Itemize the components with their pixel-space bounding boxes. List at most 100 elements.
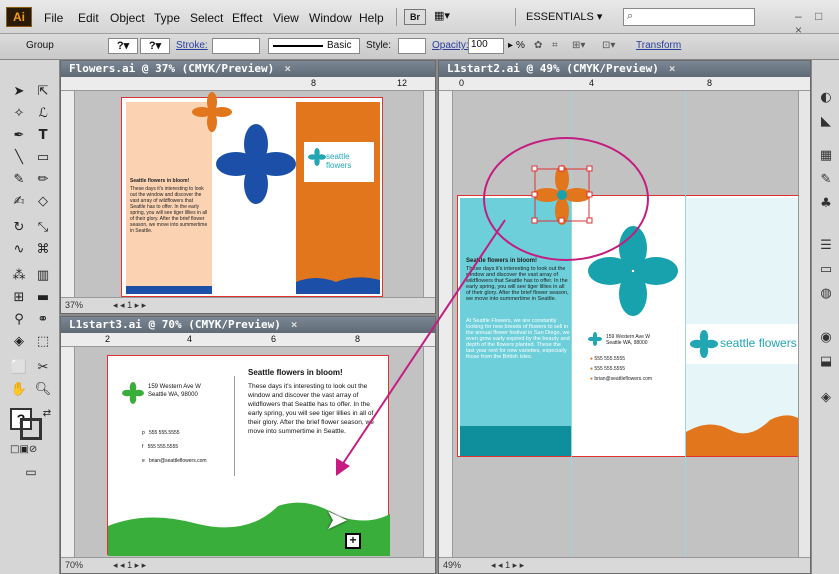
selection-type: Group [26,40,54,51]
color-mode-icons[interactable]: □▣⊘ [10,440,37,460]
document-tab-l1start2[interactable]: L1start2.ai @ 49% (CMYK/Preview) × [439,61,810,77]
swap-fill-stroke-icon[interactable]: ⇄ [36,404,58,424]
blob-brush-tool-icon[interactable]: ✍ [8,192,30,212]
warp-tool-icon[interactable]: ∿ [8,240,30,260]
gradient-tool-icon[interactable]: ▬ [32,288,54,308]
close-icon[interactable]: × [291,318,298,331]
arrange-documents-button[interactable]: ▦▾ [434,9,464,25]
close-icon[interactable]: × [669,62,676,75]
brush-definition-select[interactable]: Basic [268,38,360,54]
zoom-level[interactable]: 70% [65,560,83,570]
opacity-stepper-icon[interactable]: ▸ [508,40,513,51]
menu-file[interactable]: File [44,11,63,25]
layers-panel-icon[interactable]: ◈ [816,388,836,408]
email-row: ● brian@seattleflowers.com [590,376,653,382]
bridge-button[interactable]: Br [404,9,426,25]
address-line-2: Seattle WA, 98000 [606,340,648,346]
align-icon[interactable]: ⊞▾ [572,40,585,51]
stroke-weight-field[interactable] [212,38,260,54]
pen-tool-icon[interactable]: ✒ [8,126,30,146]
swatches-panel-icon[interactable]: ▦ [816,146,836,166]
brushes-panel-icon[interactable]: ✎ [816,170,836,190]
symbols-panel-icon[interactable]: ♣ [816,194,836,214]
isolate-icon[interactable]: ⌗ [552,40,558,51]
horizontal-ruler: 0 4 8 [439,77,810,91]
flower-logo-icon [308,148,326,166]
brochure-heading: Seattle flowers in bloom! [130,178,190,184]
close-icon[interactable]: × [284,62,291,75]
ruler-label: 6 [271,334,277,344]
menu-object[interactable]: Object [110,11,145,25]
appearance-panel-icon[interactable]: ◉ [816,328,836,348]
screen-mode-icon[interactable]: ▭ [20,462,42,482]
vertical-scrollbar[interactable] [798,91,810,557]
menu-window[interactable]: Window [309,11,352,25]
brand-box: seattle flowers [304,142,374,182]
eraser-tool-icon[interactable]: ◇ [32,192,54,212]
direct-selection-tool-icon[interactable]: ⇱ [32,82,54,102]
lasso-tool-icon[interactable]: ℒ [32,104,54,124]
menu-select[interactable]: Select [190,11,223,25]
hand-tool-icon[interactable]: ✋ [8,380,30,400]
zoom-level[interactable]: 37% [65,300,83,310]
scale-tool-icon[interactable]: ⤡ [32,218,54,238]
eyedropper-tool-icon[interactable]: ⚲ [8,310,30,330]
live-paint-selection-tool-icon[interactable]: ⬚ [32,332,54,352]
graphic-styles-panel-icon[interactable]: ⬓ [816,352,836,372]
zoom-tool-icon[interactable]: 🔍︎ [32,380,54,400]
artboard-nav-icons[interactable]: ▸ ▸ [510,560,525,570]
graphic-style-select[interactable] [398,38,426,54]
menu-type[interactable]: Type [154,11,180,25]
artboard-nav-icons[interactable]: ▸ ▸ [132,560,147,570]
artboard-tool-icon[interactable]: ⬜ [8,358,30,378]
zoom-level[interactable]: 49% [443,560,461,570]
menu-effect[interactable]: Effect [232,11,262,25]
slice-tool-icon[interactable]: ✂ [32,358,54,378]
column-graph-tool-icon[interactable]: ▥ [32,266,54,286]
workspace-switcher[interactable]: ESSENTIALS ▾ [526,9,616,26]
recolor-icon[interactable]: ✿ [534,40,542,51]
paintbrush-tool-icon[interactable]: ✎ [8,170,30,190]
artboard-nav-icons[interactable]: ◂ ◂ [491,560,505,570]
mesh-tool-icon[interactable]: ⊞ [8,288,30,308]
vertical-ruler [61,91,75,297]
help-search-input[interactable] [623,8,755,26]
transparency-panel-icon[interactable]: ◍ [816,284,836,304]
flower-logo-icon [122,382,144,404]
menu-edit[interactable]: Edit [78,11,99,25]
artboard-nav-icons[interactable]: ◂ ◂ [113,560,127,570]
opacity-link[interactable]: Opacity: [432,40,469,51]
free-transform-tool-icon[interactable]: ⌘ [32,240,54,260]
blend-tool-icon[interactable]: ⚭ [32,310,54,330]
ruler-label: 12 [397,78,408,88]
opacity-field[interactable]: 100 [468,38,504,54]
transform-icon[interactable]: ⊡▾ [602,40,615,51]
status-bar: 70% ◂ ◂ 1 ▸ ▸ [61,557,435,573]
rectangle-tool-icon[interactable]: ▭ [32,148,54,168]
stroke-link[interactable]: Stroke: [176,40,208,51]
type-tool-icon[interactable]: T [32,126,54,146]
email-label: e [142,458,145,464]
stroke-color-button[interactable]: ?▾ [140,38,170,54]
symbol-sprayer-tool-icon[interactable]: ⁂ [8,266,30,286]
stroke-panel-icon[interactable]: ☰ [816,236,836,256]
menu-view[interactable]: View [273,11,299,25]
live-paint-bucket-tool-icon[interactable]: ◈ [8,332,30,352]
selection-tool-icon[interactable]: ➤ [8,82,30,102]
rotate-tool-icon[interactable]: ↻ [8,218,30,238]
artboard-nav-icons[interactable]: ◂ ◂ [113,300,127,310]
document-tab-flowers[interactable]: Flowers.ai @ 37% (CMYK/Preview) × [61,61,435,77]
fax-value: 555 555.5555 [594,366,626,372]
artboard-nav-icons[interactable]: ▸ ▸ [132,300,147,310]
color-panel-icon[interactable]: ◐ [816,88,836,108]
phone-row: ● 555 555.5555 [590,356,626,362]
gradient-panel-icon[interactable]: ▭ [816,260,836,280]
magic-wand-tool-icon[interactable]: ✧ [8,104,30,124]
pencil-tool-icon[interactable]: ✏ [32,170,54,190]
color-guide-icon[interactable]: ◣ [816,112,836,132]
menu-help[interactable]: Help [359,11,384,25]
fill-color-button[interactable]: ?▾ [108,38,138,54]
window-controls[interactable]: – □ × [795,9,839,37]
transform-link[interactable]: Transform [636,40,681,51]
line-tool-icon[interactable]: ╲ [8,148,30,168]
